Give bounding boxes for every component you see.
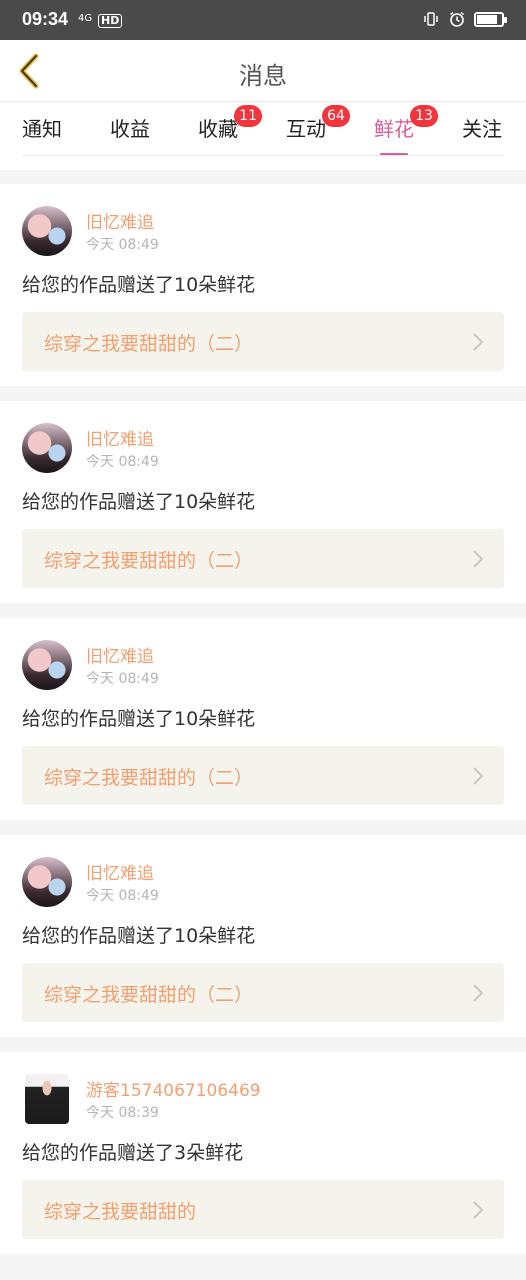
tab-label: 鲜花	[374, 117, 414, 141]
username[interactable]: 旧忆难追	[86, 642, 154, 667]
tab-notice[interactable]: 通知	[22, 113, 62, 142]
tab-interactions[interactable]: 互动 64	[286, 105, 350, 142]
chevron-right-icon	[473, 1201, 484, 1219]
battery-icon	[474, 11, 507, 27]
chevron-right-icon	[473, 333, 484, 351]
message-card: 旧忆难追 今天 08:49 给您的作品赠送了10朵鲜花 综穿之我要甜甜的（二）	[0, 821, 526, 1038]
message-card: 游客1574067106469 今天 08:39 给您的作品赠送了3朵鲜花 综穿…	[0, 1038, 526, 1255]
user-avatar[interactable]	[22, 640, 72, 690]
chevron-right-icon	[473, 767, 484, 785]
message-text: 给您的作品赠送了10朵鲜花	[22, 708, 256, 730]
work-title: 综穿之我要甜甜的（二）	[44, 984, 254, 1006]
message-card: 旧忆难追 今天 08:49 给您的作品赠送了10朵鲜花 综穿之我要甜甜的（二）	[0, 170, 526, 387]
tab-flowers[interactable]: 鲜花 13	[374, 105, 438, 156]
username[interactable]: 游客1574067106469	[86, 1076, 261, 1101]
chevron-right-icon	[473, 984, 484, 1002]
username[interactable]: 旧忆难追	[86, 859, 154, 884]
tab-label: 通知	[22, 117, 62, 141]
tab-label: 收藏	[198, 117, 238, 141]
hd-indicator: HD	[98, 14, 123, 28]
user-avatar[interactable]	[25, 1074, 69, 1124]
message-time: 今天 08:49	[86, 671, 159, 687]
user-avatar[interactable]	[22, 857, 72, 907]
tab-label: 关注	[462, 117, 502, 141]
work-link[interactable]: 综穿之我要甜甜的（二）	[22, 963, 504, 1022]
username[interactable]: 旧忆难追	[86, 425, 154, 450]
work-title: 综穿之我要甜甜的（二）	[44, 767, 254, 789]
work-title: 综穿之我要甜甜的	[44, 1201, 197, 1223]
message-text: 给您的作品赠送了10朵鲜花	[22, 274, 256, 296]
user-avatar[interactable]	[22, 206, 72, 256]
work-link[interactable]: 综穿之我要甜甜的（二）	[22, 312, 504, 371]
tab-label: 互动	[286, 117, 326, 141]
interactions-badge: 64	[322, 105, 350, 127]
chevron-right-icon	[473, 550, 484, 568]
status-icons	[422, 10, 507, 28]
message-time: 今天 08:39	[86, 1105, 159, 1121]
top-bar: 消息	[0, 40, 526, 102]
page-title: 消息	[239, 62, 287, 90]
username[interactable]: 旧忆难追	[86, 208, 154, 233]
favorites-badge: 11	[234, 105, 262, 127]
tab-divider	[22, 155, 504, 156]
message-text: 给您的作品赠送了10朵鲜花	[22, 491, 256, 513]
work-title: 综穿之我要甜甜的（二）	[44, 550, 254, 572]
user-avatar[interactable]	[22, 423, 72, 473]
status-bar: 09:34 4G HD	[0, 0, 526, 40]
alarm-icon	[450, 11, 464, 27]
tab-label: 收益	[110, 117, 150, 141]
work-title: 综穿之我要甜甜的（二）	[44, 333, 254, 355]
message-time: 今天 08:49	[86, 888, 159, 904]
message-card: 旧忆难追 今天 08:49 给您的作品赠送了10朵鲜花 综穿之我要甜甜的（二）	[0, 387, 526, 604]
work-link[interactable]: 综穿之我要甜甜的	[22, 1180, 504, 1239]
tab-following[interactable]: 关注	[462, 113, 502, 142]
vibrate-icon	[424, 12, 438, 26]
message-card: 旧忆难追 今天 08:49 给您的作品赠送了10朵鲜花 综穿之我要甜甜的（二）	[0, 604, 526, 821]
network-type: 4G	[78, 13, 93, 24]
message-text: 给您的作品赠送了10朵鲜花	[22, 925, 256, 947]
tab-bar: 通知 收益 收藏 11 互动 64 鲜花 13 关注	[0, 103, 526, 170]
flowers-badge: 13	[410, 105, 438, 127]
status-time: 09:34	[22, 9, 69, 29]
work-link[interactable]: 综穿之我要甜甜的（二）	[22, 529, 504, 588]
tab-earnings[interactable]: 收益	[110, 113, 150, 142]
tab-favorites[interactable]: 收藏 11	[198, 105, 262, 142]
message-time: 今天 08:49	[86, 237, 159, 253]
message-text: 给您的作品赠送了3朵鲜花	[22, 1142, 244, 1164]
work-link[interactable]: 综穿之我要甜甜的（二）	[22, 746, 504, 805]
message-time: 今天 08:49	[86, 454, 159, 470]
message-list: 旧忆难追 今天 08:49 给您的作品赠送了10朵鲜花 综穿之我要甜甜的（二） …	[0, 170, 526, 1255]
